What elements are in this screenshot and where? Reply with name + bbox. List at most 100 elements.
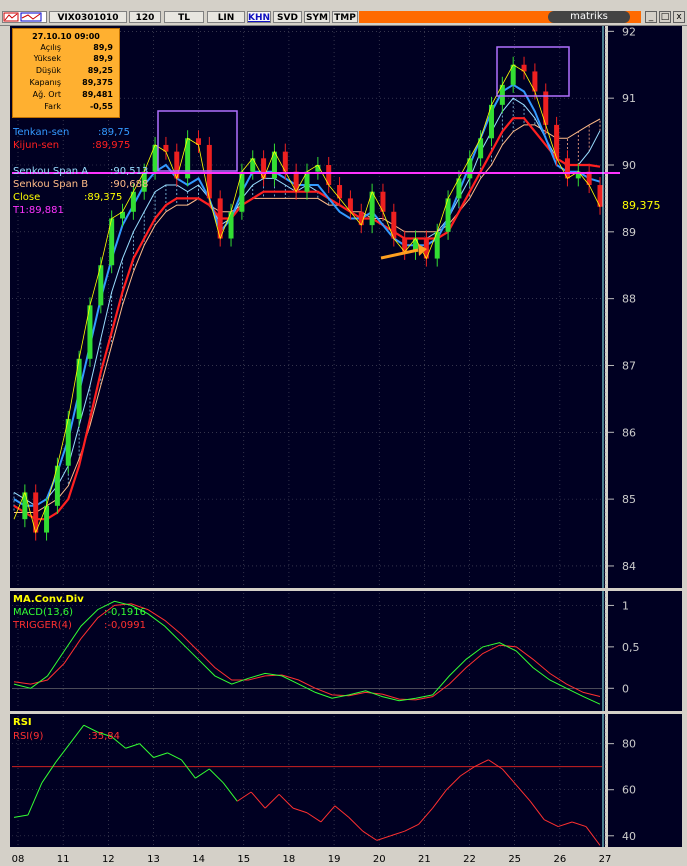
date-tick-label: 27	[599, 854, 612, 865]
date-tick-label: 11	[57, 854, 70, 865]
price-tick-label: 88	[622, 293, 636, 306]
info-value: 89,481	[82, 90, 113, 99]
macd-title: MA.Conv.Div	[13, 594, 84, 605]
rsi-line-segment	[13, 814, 29, 818]
date-tick-label: 22	[463, 854, 476, 865]
legend-kijun: Kijun-sen	[13, 140, 60, 151]
info-label: Açılış	[40, 43, 61, 52]
info-label: Fark	[44, 102, 61, 111]
rsi-line-segment	[348, 817, 364, 832]
info-label: Kapanış	[29, 78, 61, 87]
rsi-line-segment	[69, 724, 85, 744]
price-tick-label: 87	[622, 359, 636, 372]
rsi-line-segment	[488, 759, 503, 770]
rsi-line-segment	[543, 819, 559, 828]
rsi-line-segment	[222, 782, 238, 802]
info-label: Düşük	[35, 66, 61, 75]
rsi-title: RSI	[13, 717, 32, 728]
date-tick-label: 15	[237, 854, 250, 865]
info-datetime: 27.10.10 09:00	[32, 32, 100, 41]
date-tick-label: 20	[373, 854, 386, 865]
legend-tenkan: Tenkan-sen	[13, 127, 69, 138]
info-value: 89,375	[82, 78, 113, 87]
legend-close-value: :89,375	[84, 192, 123, 203]
rsi-line-segment	[236, 791, 252, 802]
rsi-line-segment	[320, 805, 336, 823]
rsi-line-segment	[334, 805, 350, 818]
rsi-value: :35,84	[88, 731, 120, 742]
date-tick-label: 13	[147, 854, 160, 865]
info-value: 89,25	[87, 66, 113, 75]
info-value: 89,9	[93, 54, 113, 63]
legend-senkou-a-value: :90,513	[110, 166, 149, 177]
price-tick-label: 92	[622, 25, 636, 38]
trigger-line	[13, 603, 601, 701]
macd-name: MACD(13,6)	[13, 607, 74, 618]
date-tick-label: 08	[12, 854, 25, 865]
info-value: 89,9	[93, 43, 113, 52]
rsi-tick-label: 40	[622, 830, 636, 843]
rsi-line-segment	[460, 766, 475, 777]
date-tick-label: 26	[553, 854, 566, 865]
macd-tick-label: 0,5	[622, 641, 640, 654]
rsi-line-segment	[306, 812, 322, 823]
legend-t1: T1:89,881	[13, 205, 64, 216]
rsi-line-segment	[264, 793, 280, 809]
trigger-value: :-0,0991	[104, 620, 146, 631]
info-label: Ağ. Ort	[32, 90, 61, 99]
trigger-name: TRIGGER(4)	[13, 620, 72, 631]
rsi-line-segment	[390, 830, 405, 837]
rsi-tick-label: 80	[622, 738, 636, 751]
rsi-line-segment	[557, 821, 573, 828]
legend-senkou-a: Senkou Span A	[13, 166, 89, 177]
rsi-line-segment	[278, 793, 294, 809]
rsi-line-segment	[474, 759, 489, 768]
rsi-line-segment	[55, 743, 71, 763]
date-tick-label: 25	[508, 854, 521, 865]
price-tick-label: 90	[622, 159, 636, 172]
rsi-line-segment	[139, 743, 154, 758]
date-tick-label: 18	[283, 854, 296, 865]
rsi-line-segment	[292, 807, 308, 814]
price-tick-label: 85	[622, 493, 636, 506]
rsi-line-segment	[250, 791, 266, 809]
legend-close: Close	[13, 192, 41, 203]
price-tick-label: 89	[622, 226, 636, 239]
legend-senkou-b: Senkou Span B	[13, 179, 89, 190]
rsi-line-segment	[167, 752, 182, 761]
rsi-line-segment	[153, 752, 168, 758]
rsi-line-segment	[571, 821, 587, 828]
price-tick-label: 86	[622, 426, 636, 439]
rsi-name: RSI(9)	[13, 731, 44, 742]
rsi-line-segment	[446, 775, 461, 791]
rsi-line-segment	[404, 823, 419, 832]
rsi-line-segment	[529, 800, 545, 820]
info-label: Yüksek	[33, 54, 61, 63]
rsi-line-segment	[208, 768, 224, 784]
rsi-line-segment	[501, 768, 517, 786]
price-tick-label: 84	[622, 560, 636, 573]
legend-senkou-b-value: :90,688	[110, 179, 149, 190]
legend-tenkan-value: :89,75	[98, 127, 130, 138]
date-tick-label: 12	[102, 854, 115, 865]
rsi-line-segment	[27, 782, 43, 816]
date-tick-label: 19	[328, 854, 341, 865]
macd-tick-label: 1	[622, 599, 629, 612]
rsi-line-segment	[418, 807, 433, 825]
info-value: -0,55	[89, 102, 113, 111]
rsi-line-segment	[195, 768, 210, 779]
legend-name: Tenkan-sen	[13, 127, 70, 138]
date-tick-label: 14	[192, 854, 205, 865]
rsi-line-segment	[125, 743, 140, 749]
annotation-arrow	[380, 248, 419, 260]
macd-value: :-0,1916	[104, 607, 146, 618]
rsi-line-segment	[41, 761, 57, 784]
rsi-line-segment	[432, 789, 447, 809]
last-price-label: 89,375	[622, 199, 661, 212]
price-tick-label: 91	[622, 92, 636, 105]
macd-tick-label: 0	[622, 682, 629, 695]
date-tick-label: 21	[418, 854, 431, 865]
rsi-line-segment	[181, 759, 196, 779]
ohlc-info-box: 27.10.10 09:00 Açılış 89,9 Yüksek 89,9 Düş…	[12, 28, 120, 118]
rsi-tick-label: 60	[622, 784, 636, 797]
